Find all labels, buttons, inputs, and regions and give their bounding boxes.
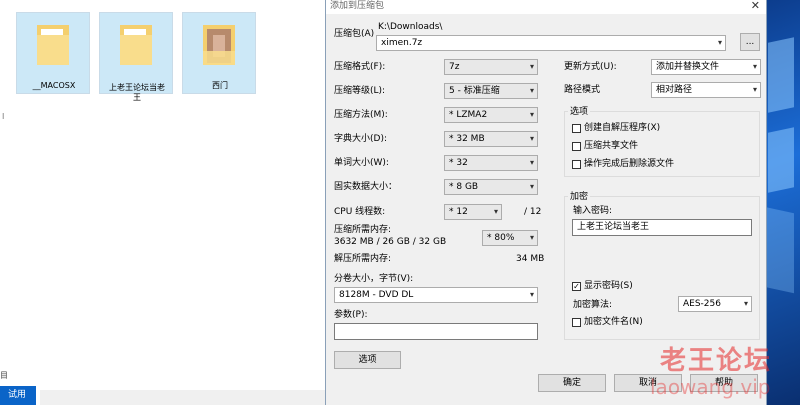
cpu-max: / 12 bbox=[524, 207, 542, 217]
dict-select[interactable]: * 32 MB ▾ bbox=[444, 131, 538, 147]
ok-button[interactable]: 确定 bbox=[538, 374, 606, 392]
side-mark: I bbox=[2, 112, 5, 121]
sfx-label: 创建自解压程序(X) bbox=[584, 123, 661, 133]
format-value: 7z bbox=[449, 62, 460, 72]
chevron-down-icon: ▾ bbox=[529, 62, 534, 71]
level-value: 5 - 标准压缩 bbox=[449, 86, 500, 96]
chevron-down-icon: ▾ bbox=[529, 182, 534, 191]
try-button[interactable]: 试用 bbox=[0, 386, 36, 405]
show-password-checkbox[interactable]: ✓ bbox=[572, 282, 581, 291]
update-label: 更新方式(U): bbox=[564, 62, 617, 72]
solid-select[interactable]: * 8 GB ▾ bbox=[444, 179, 538, 195]
password-input[interactable]: 上老王论坛当老王 bbox=[572, 219, 752, 236]
chevron-down-icon: ▾ bbox=[529, 158, 534, 167]
cpu-label: CPU 线程数: bbox=[334, 207, 386, 217]
chevron-down-icon: ▾ bbox=[717, 38, 722, 47]
path-mode-value: 相对路径 bbox=[656, 85, 693, 95]
delete-after-checkbox[interactable] bbox=[572, 160, 581, 169]
volume-label: 分卷大小，字节(V): bbox=[334, 274, 414, 284]
dialog-title: 添加到压缩包 bbox=[330, 1, 385, 11]
file-explorer: __MACOSX 上老王论坛当老王 西门 I 目 试用 bbox=[0, 0, 330, 405]
cpu-select[interactable]: * 12 ▾ bbox=[444, 204, 502, 220]
dict-label: 字典大小(D): bbox=[334, 134, 387, 144]
delete-after-label: 操作完成后删除源文件 bbox=[584, 159, 675, 169]
chevron-down-icon: ▾ bbox=[743, 299, 748, 308]
params-input[interactable] bbox=[334, 323, 538, 340]
method-value: * LZMA2 bbox=[449, 110, 488, 120]
format-select[interactable]: 7z ▾ bbox=[444, 59, 538, 75]
method-select[interactable]: * LZMA2 ▾ bbox=[444, 107, 538, 123]
folder-icon bbox=[120, 25, 152, 65]
chevron-down-icon: ▾ bbox=[752, 62, 757, 71]
folder-label: 西门 bbox=[212, 81, 228, 90]
shared-files-label: 压缩共享文件 bbox=[584, 141, 639, 151]
params-label: 参数(P): bbox=[334, 310, 368, 320]
level-select[interactable]: 5 - 标准压缩 ▾ bbox=[444, 83, 538, 99]
folder-laowang[interactable]: 上老王论坛当老王 bbox=[99, 12, 173, 102]
update-value: 添加并替换文件 bbox=[656, 62, 720, 72]
status-text: 目 bbox=[0, 371, 8, 380]
memory-value: * 80% bbox=[487, 233, 515, 243]
close-icon[interactable]: ✕ bbox=[751, 0, 760, 12]
encryption-method-value: AES-256 bbox=[683, 299, 721, 309]
sfx-checkbox[interactable] bbox=[572, 124, 581, 133]
watermark-url: laowang.vip bbox=[650, 375, 771, 399]
encryption-method-label: 加密算法: bbox=[573, 300, 613, 310]
folder-icon bbox=[37, 25, 69, 65]
chevron-down-icon: ▾ bbox=[529, 233, 534, 242]
archive-label: 压缩包(A) bbox=[334, 29, 375, 39]
archive-name-value: ximen.7z bbox=[381, 38, 423, 48]
volume-select[interactable]: 8128M - DVD DL ▾ bbox=[334, 287, 538, 303]
update-select[interactable]: 添加并替换文件 ▾ bbox=[651, 59, 761, 75]
show-password-label: 显示密码(S) bbox=[584, 281, 633, 291]
decompress-memory-value: 34 MB bbox=[516, 254, 545, 264]
encryption-method-select[interactable]: AES-256 ▾ bbox=[678, 296, 752, 312]
chevron-down-icon: ▾ bbox=[529, 86, 534, 95]
volume-value: 8128M - DVD DL bbox=[339, 290, 414, 300]
folder-photo-icon bbox=[203, 25, 235, 65]
path-mode-select[interactable]: 相对路径 ▾ bbox=[651, 82, 761, 98]
solid-label: 固实数据大小： bbox=[334, 182, 398, 192]
watermark-title: 老王论坛 bbox=[660, 346, 773, 376]
folder-label: 上老王论坛当老王 bbox=[109, 83, 165, 102]
archive-name-input[interactable]: ximen.7z ▾ bbox=[376, 35, 726, 51]
chevron-down-icon: ▾ bbox=[529, 110, 534, 119]
title-bar: 添加到压缩包 ✕ bbox=[326, 0, 766, 14]
password-label: 输入密码: bbox=[573, 206, 613, 216]
options-button[interactable]: 选项 bbox=[334, 351, 401, 369]
decompress-memory-label: 解压所需内存: bbox=[334, 254, 392, 264]
folder-label: __MACOSX bbox=[32, 81, 76, 90]
chevron-down-icon: ▾ bbox=[493, 207, 498, 216]
chevron-down-icon: ▾ bbox=[529, 134, 534, 143]
archive-path: K:\Downloads\ bbox=[378, 22, 443, 32]
taskbar-strip bbox=[40, 390, 330, 405]
options-group-title: 选项 bbox=[568, 104, 591, 117]
shared-files-checkbox[interactable] bbox=[572, 142, 581, 151]
encrypt-names-checkbox[interactable] bbox=[572, 318, 581, 327]
memory-label: 压缩所需内存: bbox=[334, 225, 392, 235]
chevron-down-icon: ▾ bbox=[529, 290, 534, 299]
word-value: * 32 bbox=[449, 158, 468, 168]
dict-value: * 32 MB bbox=[449, 134, 485, 144]
word-select[interactable]: * 32 ▾ bbox=[444, 155, 538, 171]
method-label: 压缩方法(M): bbox=[334, 110, 388, 120]
solid-value: * 8 GB bbox=[449, 182, 479, 192]
encrypt-names-label: 加密文件名(N) bbox=[584, 317, 643, 327]
chevron-down-icon: ▾ bbox=[752, 85, 757, 94]
memory-select[interactable]: * 80% ▾ bbox=[482, 230, 538, 246]
level-label: 压缩等级(L): bbox=[334, 86, 386, 96]
memory-detail: 3632 MB / 26 GB / 32 GB bbox=[334, 237, 447, 247]
path-mode-label: 路径模式 bbox=[564, 85, 601, 95]
format-label: 压缩格式(F): bbox=[334, 62, 386, 72]
folder-ximen[interactable]: 西门 bbox=[182, 12, 256, 94]
cpu-value: * 12 bbox=[449, 207, 468, 217]
folder-macosx[interactable]: __MACOSX bbox=[16, 12, 90, 94]
word-label: 单词大小(W): bbox=[334, 158, 389, 168]
encryption-group-title: 加密 bbox=[568, 189, 591, 202]
browse-button[interactable]: ... bbox=[740, 33, 760, 51]
